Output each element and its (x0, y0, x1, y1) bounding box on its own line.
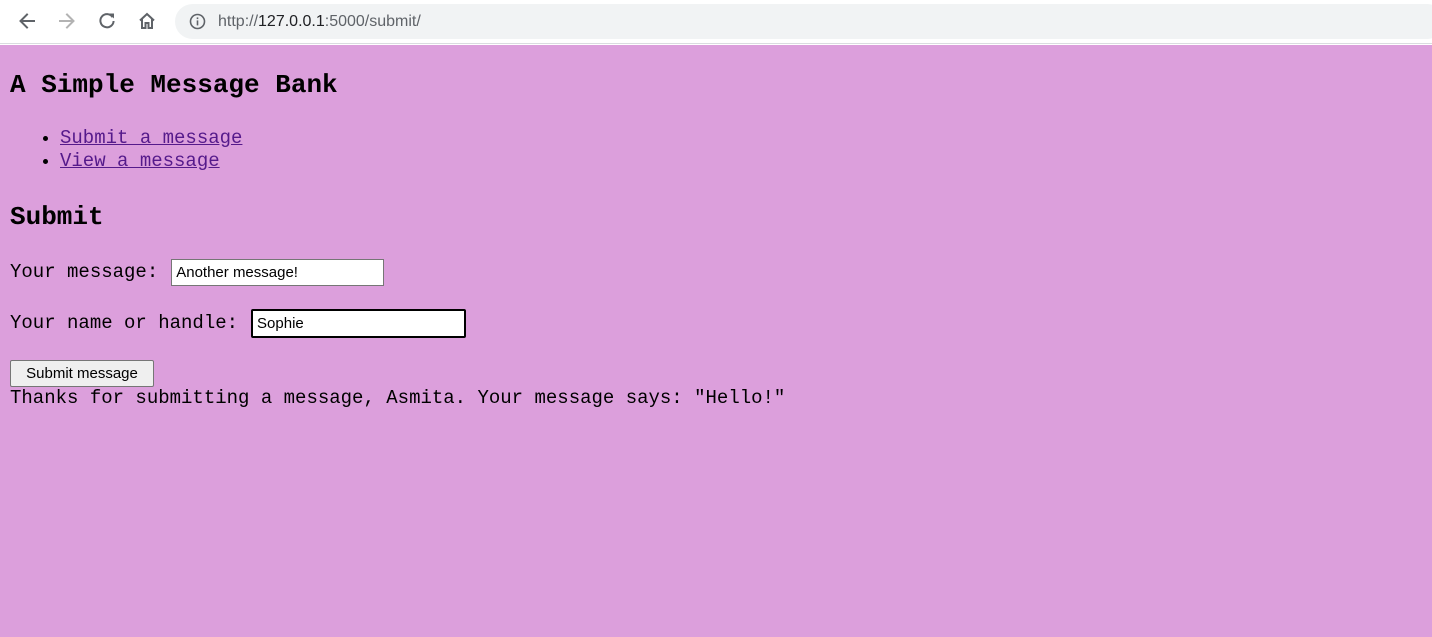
reload-button[interactable] (92, 6, 122, 36)
browser-toolbar: http://127.0.0.1:5000/submit/ (0, 0, 1432, 44)
message-input[interactable] (171, 258, 385, 286)
back-button[interactable] (12, 6, 42, 36)
nav-list-item: Submit a message (60, 127, 242, 150)
url-path: :5000/submit/ (324, 13, 421, 30)
url-scheme: http:// (218, 13, 259, 30)
page-content: A Simple Message Bank Submit a message V… (0, 45, 1432, 637)
forward-arrow-icon (59, 13, 75, 29)
message-row: Your message: (10, 258, 385, 286)
name-label: Your name or handle: (10, 312, 239, 334)
home-button[interactable] (132, 6, 162, 36)
submit-message-link[interactable]: Submit a message (60, 127, 242, 149)
name-input[interactable] (251, 308, 467, 338)
view-message-link[interactable]: View a message (60, 150, 220, 172)
info-icon[interactable] (189, 13, 206, 30)
url-host: 127.0.0.1 (258, 13, 325, 30)
nav-list: Submit a message View a message (20, 127, 242, 173)
address-bar[interactable]: http://127.0.0.1:5000/submit/ (175, 4, 1432, 39)
submit-button[interactable]: Submit message (10, 360, 154, 387)
forward-button[interactable] (52, 6, 82, 36)
nav-list-item: View a message (60, 150, 242, 173)
reload-icon (99, 13, 115, 29)
back-arrow-icon (19, 13, 35, 29)
confirmation-text: Thanks for submitting a message, Asmita.… (10, 387, 786, 409)
name-row: Your name or handle: (10, 308, 467, 338)
section-title: Submit (10, 202, 104, 232)
page-title: A Simple Message Bank (10, 70, 338, 100)
home-icon (139, 12, 155, 29)
message-label: Your message: (10, 261, 159, 283)
url-text[interactable]: http://127.0.0.1:5000/submit/ (218, 4, 421, 39)
